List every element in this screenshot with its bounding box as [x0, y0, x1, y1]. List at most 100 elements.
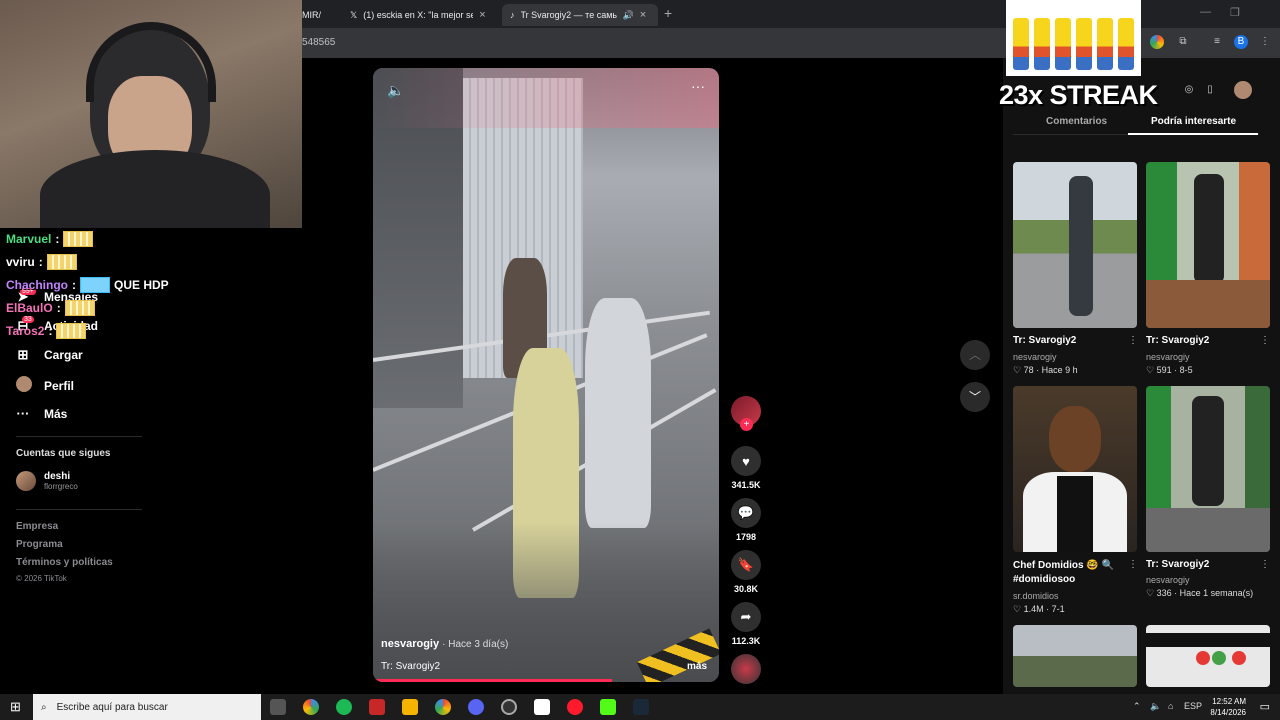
- sidebar-item-more[interactable]: ··· Más: [16, 406, 68, 421]
- card-user[interactable]: sr.domidios: [1013, 591, 1059, 601]
- comment-button[interactable]: 💬 1798: [731, 498, 761, 542]
- footer-link[interactable]: Programa: [16, 539, 63, 550]
- chat-message: Taros2:: [6, 323, 87, 339]
- task-view-icon[interactable]: [270, 699, 286, 715]
- more-caption-button[interactable]: más: [687, 661, 707, 672]
- upload-icon: ⊞: [17, 347, 29, 362]
- browser-tab[interactable]: 𝕏 (1) esckia en X: "la mejor secue ×: [342, 4, 500, 26]
- footer-link[interactable]: Términos y políticas: [16, 557, 113, 568]
- card-more-icon[interactable]: ⋮: [1260, 335, 1270, 346]
- card-title[interactable]: Tr: Svarogiy2: [1146, 559, 1270, 570]
- chat-message: Chachingo: QUE HDP: [6, 277, 169, 293]
- card-user[interactable]: nesvarogiy: [1146, 575, 1190, 585]
- follow-plus-icon[interactable]: +: [740, 418, 753, 431]
- clock-date: 8/14/2026: [1210, 708, 1246, 717]
- tab-suggested[interactable]: Podría interesarte: [1151, 116, 1236, 127]
- card-title[interactable]: Tr: Svarogiy2: [1013, 335, 1137, 346]
- capcut-icon[interactable]: [534, 699, 550, 715]
- card-title[interactable]: Tr: Svarogiy2: [1146, 335, 1270, 346]
- video-player[interactable]: 🔈 ··· nesvarogiy · Hace 3 día(s) Tr: Sva…: [373, 68, 719, 682]
- avatar[interactable]: [1234, 81, 1252, 99]
- like-button[interactable]: ♥ 341.5K: [731, 446, 761, 490]
- media-icon[interactable]: ≡: [1210, 35, 1224, 49]
- next-video-button[interactable]: ﹀: [960, 382, 990, 412]
- thumbnail-person: [1194, 174, 1224, 284]
- device-icon[interactable]: ▯: [1203, 83, 1217, 97]
- save-button[interactable]: 🔖 30.8K: [731, 550, 761, 594]
- more-options-icon[interactable]: ···: [691, 78, 705, 94]
- music-disc-icon: [731, 654, 761, 684]
- volume-icon[interactable]: 🔈: [387, 82, 404, 99]
- audio-icon[interactable]: 🔊: [623, 10, 634, 21]
- footer-link[interactable]: Empresa: [16, 521, 58, 532]
- chat-user: Marvuel: [6, 232, 52, 246]
- video-progress-bar[interactable]: [373, 679, 612, 682]
- card-more-icon[interactable]: ⋮: [1128, 335, 1138, 346]
- browser-tab-active[interactable]: ♪ Tr Svarogiy2 — те самые 2 🔊 ×: [502, 4, 658, 26]
- minimize-icon[interactable]: —: [1200, 6, 1211, 18]
- taskbar-search[interactable]: ⌕ Escribe aquí para buscar: [33, 694, 261, 720]
- obs-icon[interactable]: [501, 699, 517, 715]
- card-user[interactable]: nesvarogiy: [1146, 352, 1190, 362]
- clock-time: 12:52 AM: [1212, 697, 1246, 706]
- extensions-icon[interactable]: ⧉: [1176, 35, 1190, 49]
- share-button[interactable]: ➦ 112.3K: [731, 602, 761, 646]
- windows-start-icon[interactable]: ⊞: [10, 699, 21, 715]
- bart-figure: [1076, 18, 1093, 70]
- tiktok-logo-icon: ♪: [510, 10, 515, 20]
- notifications-icon[interactable]: ▭: [1260, 700, 1270, 713]
- chrome-extension-icon[interactable]: [1150, 35, 1164, 49]
- video-author[interactable]: nesvarogiy · Hace 3 día(s): [381, 638, 508, 650]
- spotify-icon[interactable]: [336, 699, 352, 715]
- divider: [16, 436, 142, 437]
- close-tab-icon[interactable]: ×: [640, 9, 646, 21]
- sidebar-item-profile[interactable]: Perfil: [16, 376, 74, 395]
- video-thumbnail[interactable]: [1013, 162, 1137, 328]
- card-more-icon[interactable]: ⋮: [1260, 559, 1270, 570]
- menu-icon[interactable]: ⋮: [1258, 35, 1272, 49]
- following-heading: Cuentas que sigues: [16, 448, 111, 459]
- following-account[interactable]: deshi florrgreco: [16, 471, 78, 491]
- video-thumbnail[interactable]: [1013, 386, 1137, 552]
- card-user[interactable]: nesvarogiy: [1013, 352, 1057, 362]
- voice-app-icon[interactable]: [369, 699, 385, 715]
- autoscroll-icon[interactable]: ◎: [1182, 83, 1196, 97]
- speaker-icon[interactable]: 🔈: [1150, 701, 1161, 712]
- steam-icon[interactable]: [633, 699, 649, 715]
- language-indicator[interactable]: ESP: [1184, 701, 1202, 711]
- chat-user: Taros2: [6, 324, 45, 338]
- card-more-icon[interactable]: ⋮: [1128, 559, 1138, 570]
- new-tab-button[interactable]: +: [664, 5, 672, 21]
- chrome-icon[interactable]: [435, 699, 451, 715]
- x-logo-icon: 𝕏: [350, 9, 358, 20]
- card-stats: ♡ 78 · Hace 9 h: [1013, 365, 1078, 375]
- x-mark-icon: [1196, 651, 1210, 665]
- kick-icon[interactable]: [600, 699, 616, 715]
- profile-icon[interactable]: B: [1234, 35, 1248, 49]
- sound-disc-button[interactable]: [731, 654, 761, 684]
- tab-comments[interactable]: Comentarios: [1046, 116, 1107, 127]
- copilot-icon[interactable]: [303, 699, 319, 715]
- close-tab-icon[interactable]: ×: [479, 9, 485, 21]
- more-icon: ···: [16, 406, 30, 421]
- sidebar-item-upload[interactable]: ⊞ Cargar: [16, 347, 83, 363]
- discord-icon[interactable]: [468, 699, 484, 715]
- network-icon[interactable]: ⌂: [1168, 701, 1173, 711]
- bart-figure: [1012, 18, 1029, 70]
- check-mark-icon: [1212, 651, 1226, 665]
- file-explorer-icon[interactable]: [402, 699, 418, 715]
- video-thumbnail[interactable]: [1146, 625, 1270, 687]
- taskbar-clock[interactable]: 12:52 AM 8/14/2026: [1210, 696, 1246, 718]
- creator-avatar-button[interactable]: +: [731, 396, 761, 431]
- url-text[interactable]: 548565: [302, 37, 335, 48]
- video-thumbnail[interactable]: [1013, 625, 1137, 687]
- card-title[interactable]: Chef Domidios 🤓 🔍 #domidiosoo: [1013, 559, 1128, 587]
- chat-text: QUE HDP: [114, 278, 169, 292]
- previous-video-button[interactable]: ︿: [960, 340, 990, 370]
- video-thumbnail[interactable]: [1146, 386, 1270, 552]
- tray-chevron-icon[interactable]: ⌃: [1133, 701, 1141, 712]
- opera-icon[interactable]: [567, 699, 583, 715]
- bart-figure: [1097, 18, 1114, 70]
- maximize-icon[interactable]: ❐: [1230, 6, 1240, 19]
- video-thumbnail[interactable]: [1146, 162, 1270, 328]
